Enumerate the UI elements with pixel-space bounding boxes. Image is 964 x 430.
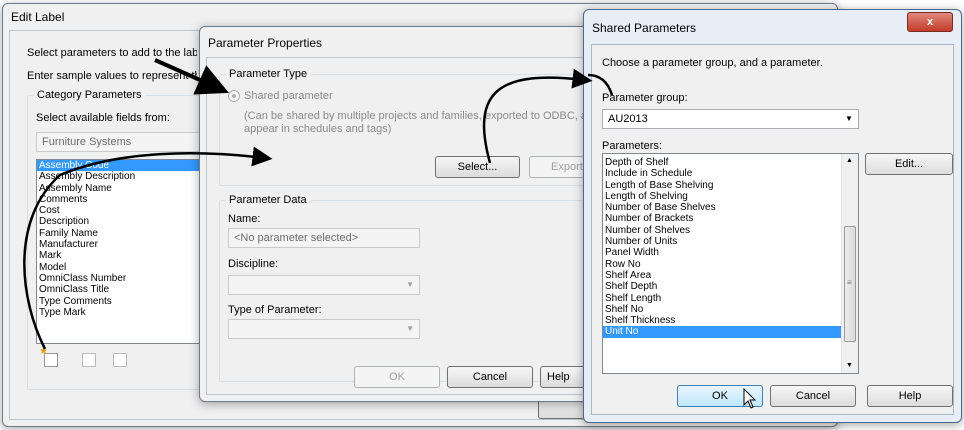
list-item[interactable]: Mark [37, 250, 205, 261]
shared-help-button[interactable]: Help [867, 385, 953, 407]
list-item[interactable]: Comments [37, 194, 205, 205]
list-item[interactable]: Shelf Area [603, 270, 841, 281]
list-item[interactable]: Shelf Depth [603, 281, 841, 292]
discipline-label: Discipline: [228, 258, 279, 270]
shared-parameter-radio[interactable] [228, 90, 240, 102]
list-item[interactable]: Number of Shelves [603, 225, 841, 236]
list-item[interactable]: Include in Schedule [603, 168, 841, 179]
close-button[interactable]: x [907, 12, 953, 32]
list-item[interactable]: Description [37, 216, 205, 227]
shared-description-2: appear in schedules and tags) [244, 123, 392, 135]
scroll-down-icon: ▼ [846, 362, 853, 369]
edit-label-instructions-2: Enter sample values to represent this [27, 70, 197, 82]
list-item[interactable]: Panel Width [603, 247, 841, 258]
parameters-list[interactable]: Depth of Shelf Include in Schedule Length … [602, 153, 859, 374]
list-item[interactable]: Depth of Shelf [603, 157, 841, 168]
mouse-cursor-icon [743, 388, 757, 409]
chevron-down-icon: ▼ [406, 280, 414, 289]
parameter-group-select[interactable]: AU2013 [602, 109, 859, 129]
shared-parameters-title: Shared Parameters [592, 21, 697, 35]
list-item[interactable]: Unit No [603, 326, 841, 338]
parameter-properties-title: Parameter Properties [208, 36, 323, 50]
category-parameters-label: Category Parameters [34, 89, 145, 101]
parameter-type-label: Parameter Type [226, 68, 311, 80]
close-icon: x [926, 16, 934, 28]
type-of-parameter-label: Type of Parameter: [228, 304, 322, 316]
select-button[interactable]: Select... [435, 156, 520, 178]
list-item[interactable]: Type Mark [37, 307, 205, 318]
scroll-up-icon: ▲ [846, 157, 853, 164]
parameter-group-label: Parameter group: [602, 92, 688, 104]
shared-parameters-window: Shared Parameters x Choose a parameter g… [583, 9, 962, 423]
list-item[interactable]: Assembly Code [37, 160, 205, 172]
edit-label-title: Edit Label [11, 10, 65, 24]
remove-parameter-icon[interactable] [113, 353, 127, 367]
shared-description-1: (Can be shared by multiple projects and … [244, 110, 600, 122]
list-item[interactable]: Shelf Thickness [603, 315, 841, 326]
parameters-label: Parameters: [602, 140, 662, 152]
chevron-down-icon: ▼ [406, 324, 414, 333]
list-item[interactable]: Length of Base Shelving [603, 180, 841, 191]
parameter-properties-window: Parameter Properties Parameter Type Shar… [199, 26, 609, 402]
list-item[interactable]: Manufacturer [37, 239, 205, 250]
name-field[interactable]: <No parameter selected> [228, 228, 420, 248]
parameter-data-label: Parameter Data [226, 194, 310, 206]
add-star-icon: ★ [39, 346, 48, 357]
list-item[interactable]: Row No [603, 259, 841, 270]
category-select[interactable]: Furniture Systems [36, 132, 206, 152]
param-props-ok-button[interactable]: OK [354, 366, 440, 388]
list-item[interactable]: Type Comments [37, 296, 205, 307]
param-props-cancel-button[interactable]: Cancel [447, 366, 533, 388]
list-item[interactable]: Number of Units [603, 236, 841, 247]
select-fields-label: Select available fields from: [36, 112, 170, 124]
type-of-parameter-select[interactable]: ▼ [228, 319, 420, 339]
radio-dot-icon [232, 94, 236, 98]
shared-cancel-button[interactable]: Cancel [770, 385, 856, 407]
list-item[interactable]: Length of Shelving [603, 191, 841, 202]
list-item[interactable]: OmniClass Title [37, 284, 205, 295]
edit-button[interactable]: Edit... [865, 153, 953, 175]
edit-label-instructions-1: Select parameters to add to the label. [27, 47, 197, 59]
shared-instruction: Choose a parameter group, and a paramete… [602, 57, 823, 69]
fields-list[interactable]: Assembly Code Assembly Description Assembl… [36, 159, 206, 344]
parameters-scrollbar[interactable]: ▲ ≡ ▼ [841, 154, 858, 373]
list-item[interactable]: Number of Base Shelves [603, 202, 841, 213]
list-item[interactable]: Shelf No [603, 304, 841, 315]
list-item[interactable]: Assembly Description [37, 171, 205, 182]
list-item[interactable]: Shelf Length [603, 293, 841, 304]
list-item[interactable]: Assembly Name [37, 183, 205, 194]
list-item[interactable]: Cost [37, 205, 205, 216]
list-item[interactable]: Number of Brackets [603, 213, 841, 224]
name-label: Name: [228, 213, 261, 225]
parameter-group-chevron-icon: ▼ [845, 114, 853, 123]
list-item[interactable]: Family Name [37, 228, 205, 239]
list-item[interactable]: Model [37, 262, 205, 273]
shared-parameter-label: Shared parameter [244, 90, 333, 102]
scroll-grip-icon: ≡ [847, 278, 852, 287]
list-item[interactable]: OmniClass Number [37, 273, 205, 284]
discipline-select[interactable]: ▼ [228, 275, 420, 295]
edit-parameter-icon[interactable] [82, 353, 96, 367]
